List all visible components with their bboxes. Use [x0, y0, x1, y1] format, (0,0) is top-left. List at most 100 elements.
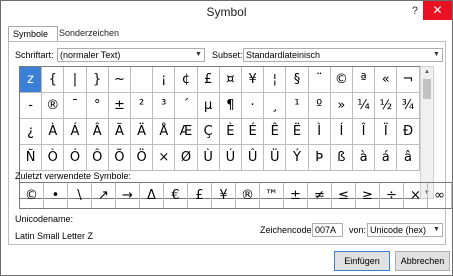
- symbol-cell[interactable]: ±: [108, 93, 131, 119]
- symbol-cell[interactable]: Ó: [64, 145, 87, 171]
- recent-symbol-cell[interactable]: ±: [284, 183, 308, 208]
- symbol-cell[interactable]: §: [286, 67, 309, 93]
- symbol-cell[interactable]: ¼: [353, 93, 376, 119]
- symbol-cell[interactable]: Ã: [108, 119, 131, 145]
- symbol-cell[interactable]: ®: [42, 93, 65, 119]
- symbol-cell[interactable]: [131, 67, 154, 93]
- symbol-cell[interactable]: ¨: [308, 67, 331, 93]
- symbol-cell[interactable]: ß: [330, 145, 353, 171]
- recent-symbol-cell[interactable]: \: [68, 183, 92, 208]
- symbol-cell[interactable]: ¥: [242, 67, 265, 93]
- symbol-cell[interactable]: Ú: [219, 145, 242, 171]
- symbol-cell[interactable]: ´: [175, 93, 198, 119]
- recent-symbol-cell[interactable]: ≤: [332, 183, 356, 208]
- symbol-cell[interactable]: µ: [197, 93, 220, 119]
- symbol-cell[interactable]: Õ: [108, 145, 131, 171]
- symbol-cell[interactable]: Á: [64, 119, 87, 145]
- symbol-cell[interactable]: Ï: [375, 119, 398, 145]
- symbol-cell[interactable]: ¾: [397, 93, 420, 119]
- symbol-cell[interactable]: ¹: [286, 93, 309, 119]
- symbol-cell[interactable]: Ç: [197, 119, 220, 145]
- symbol-cell[interactable]: Þ: [308, 145, 331, 171]
- symbol-cell[interactable]: Ý: [286, 145, 309, 171]
- symbol-cell[interactable]: Đ: [397, 119, 420, 145]
- symbol-cell[interactable]: Ñ: [20, 145, 43, 171]
- recent-symbol-cell[interactable]: ÷: [380, 183, 404, 208]
- recent-symbol-cell[interactable]: ¥: [212, 183, 236, 208]
- scrollbar-thumb[interactable]: [423, 79, 431, 99]
- tab-sonderzeichen[interactable]: Sonderzeichen: [55, 26, 125, 40]
- recent-symbol-cell[interactable]: ®: [236, 183, 260, 208]
- symbol-cell[interactable]: »: [330, 93, 353, 119]
- symbol-cell[interactable]: ¢: [175, 67, 198, 93]
- symbol-cell[interactable]: z: [20, 67, 43, 93]
- symbol-cell[interactable]: ~: [108, 67, 131, 93]
- cancel-button[interactable]: Abbrechen: [395, 251, 450, 271]
- recent-symbol-cell[interactable]: ≠: [308, 183, 332, 208]
- symbol-cell[interactable]: £: [197, 67, 220, 93]
- symbol-cell[interactable]: ¿: [20, 119, 43, 145]
- symbol-cell[interactable]: Ü: [264, 145, 287, 171]
- insert-button[interactable]: Einfügen: [334, 251, 390, 271]
- symbol-cell[interactable]: |: [64, 67, 87, 93]
- symbol-cell[interactable]: «: [375, 67, 398, 93]
- symbol-cell[interactable]: Â: [86, 119, 109, 145]
- symbol-cell[interactable]: ³: [153, 93, 176, 119]
- symbol-cell[interactable]: Ä: [131, 119, 154, 145]
- symbol-cell[interactable]: °: [86, 93, 109, 119]
- symbol-cell[interactable]: ×: [153, 145, 176, 171]
- recent-symbol-cell[interactable]: →: [116, 183, 140, 208]
- symbol-cell[interactable]: É: [242, 119, 265, 145]
- symbol-cell[interactable]: Æ: [175, 119, 198, 145]
- symbol-cell[interactable]: ©: [330, 67, 353, 93]
- symbol-cell[interactable]: À: [42, 119, 65, 145]
- symbol-cell[interactable]: Ù: [197, 145, 220, 171]
- recent-symbol-cell[interactable]: •: [44, 183, 68, 208]
- recent-symbol-cell[interactable]: ×: [404, 183, 428, 208]
- symbol-cell[interactable]: Î: [353, 119, 376, 145]
- symbol-cell[interactable]: º: [308, 93, 331, 119]
- recent-symbol-cell[interactable]: ™: [260, 183, 284, 208]
- symbol-cell[interactable]: ¸: [264, 93, 287, 119]
- subset-select[interactable]: Standardlateinisch ▼: [243, 48, 443, 62]
- symbol-cell[interactable]: Ì: [308, 119, 331, 145]
- symbol-cell[interactable]: ¯: [64, 93, 87, 119]
- help-button[interactable]: ?: [412, 5, 418, 17]
- symbol-cell[interactable]: Ô: [86, 145, 109, 171]
- symbol-cell[interactable]: ²: [131, 93, 154, 119]
- symbol-cell[interactable]: Ë: [286, 119, 309, 145]
- symbol-cell[interactable]: ¬: [397, 67, 420, 93]
- recent-symbol-cell[interactable]: ↗: [92, 183, 116, 208]
- symbol-cell[interactable]: ¶: [219, 93, 242, 119]
- grid-scrollbar[interactable]: ▲ ▼: [420, 66, 434, 199]
- scroll-up-icon[interactable]: ▲: [421, 67, 433, 77]
- recent-symbol-cell[interactable]: Δ: [140, 183, 164, 208]
- symbol-cell[interactable]: -: [20, 93, 43, 119]
- symbol-cell[interactable]: ¡: [153, 67, 176, 93]
- symbol-cell[interactable]: ª: [353, 67, 376, 93]
- symbol-cell[interactable]: È: [219, 119, 242, 145]
- recent-symbol-cell[interactable]: ∞: [428, 183, 452, 208]
- recent-symbol-cell[interactable]: ©: [20, 183, 44, 208]
- symbol-cell[interactable]: Û: [242, 145, 265, 171]
- symbol-cell[interactable]: Ø: [175, 145, 198, 171]
- symbol-cell[interactable]: ·: [242, 93, 265, 119]
- from-select[interactable]: Unicode (hex) ▼: [367, 223, 443, 237]
- tab-symbole[interactable]: Symbole: [8, 26, 58, 42]
- charcode-input[interactable]: 007A: [312, 223, 343, 237]
- symbol-cell[interactable]: Å: [153, 119, 176, 145]
- close-button[interactable]: ✕: [423, 1, 452, 20]
- symbol-cell[interactable]: â: [397, 145, 420, 171]
- font-select[interactable]: (normaler Text) ▼: [57, 48, 205, 62]
- symbol-cell[interactable]: à: [353, 145, 376, 171]
- symbol-cell[interactable]: ¦: [264, 67, 287, 93]
- symbol-cell[interactable]: Í: [330, 119, 353, 145]
- recent-symbol-cell[interactable]: £: [188, 183, 212, 208]
- symbol-cell[interactable]: Ö: [131, 145, 154, 171]
- symbol-cell[interactable]: Ê: [264, 119, 287, 145]
- symbol-cell[interactable]: Ò: [42, 145, 65, 171]
- recent-symbol-cell[interactable]: ≥: [356, 183, 380, 208]
- symbol-cell[interactable]: ¤: [219, 67, 242, 93]
- recent-symbol-cell[interactable]: €: [164, 183, 188, 208]
- symbol-cell[interactable]: {: [42, 67, 65, 93]
